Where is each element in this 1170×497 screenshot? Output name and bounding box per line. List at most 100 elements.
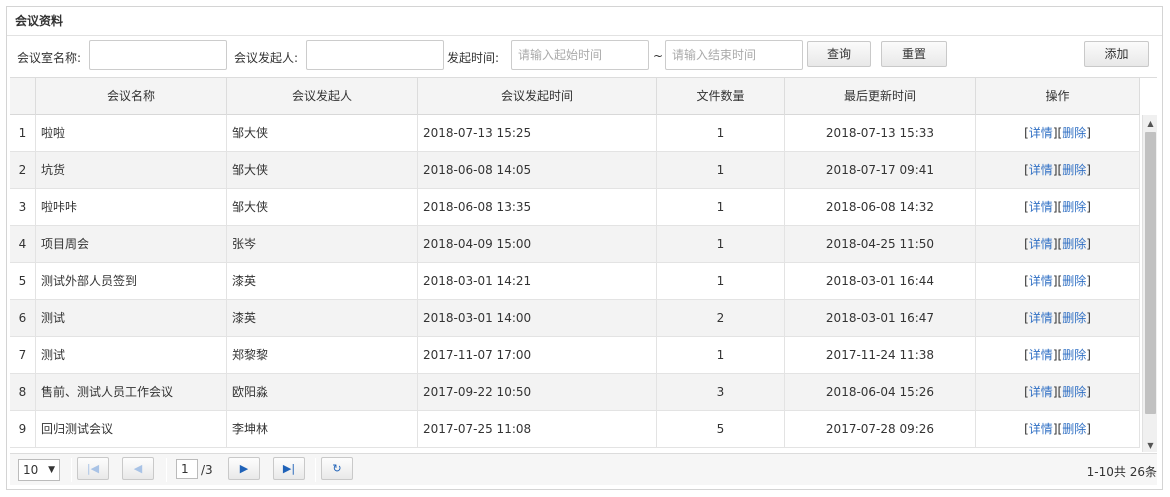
row-number: 6 [10,300,36,337]
start-time-input[interactable] [511,40,649,70]
column-header-updated-time[interactable]: 最后更新时间 [785,78,976,115]
column-header-initiator[interactable]: 会议发起人 [227,78,418,115]
search-toolbar: 会议室名称: 会议发起人: 发起时间: ~ 查询 重置 添加 [7,36,1162,76]
delete-link[interactable]: 删除 [1062,348,1086,362]
chevron-down-icon: ▼ [48,465,55,475]
query-button[interactable]: 查询 [807,41,871,67]
detail-link[interactable]: 详情 [1029,348,1053,362]
bracket: ] [1086,274,1091,288]
bracket: ] [1086,126,1091,140]
table-row[interactable]: 6 测试 漆英 2018-03-01 14:00 2 2018-03-01 16:47 [详… [10,300,1140,337]
refresh-icon: ↻ [332,462,342,475]
bracket: ] [1086,237,1091,251]
cell-initiator: 郑黎黎 [227,337,418,374]
column-header-name[interactable]: 会议名称 [36,78,227,115]
detail-link[interactable]: 详情 [1029,385,1053,399]
cell-file-count: 1 [657,152,785,189]
cell-start-time: 2017-07-25 11:08 [418,411,657,448]
current-page-input[interactable]: 1 [176,459,198,479]
cell-file-count: 2 [657,300,785,337]
column-header-start-time[interactable]: 会议发起时间 [418,78,657,115]
first-page-button[interactable]: |◀ [77,457,109,480]
bracket: ] [1086,200,1091,214]
table-row[interactable]: 7 测试 郑黎黎 2017-11-07 17:00 1 2017-11-24 11:38[… [10,337,1140,374]
detail-link[interactable]: 详情 [1029,274,1053,288]
cell-initiator: 邹大侠 [227,152,418,189]
cell-start-time: 2018-04-09 15:00 [418,226,657,263]
detail-link[interactable]: 详情 [1029,126,1053,140]
delete-link[interactable]: 删除 [1062,237,1086,251]
bracket: ][ [1052,385,1063,399]
bracket: ] [1086,348,1091,362]
delete-link[interactable]: 删除 [1062,126,1086,140]
vertical-scrollbar[interactable]: ▲ ▼ [1142,115,1157,452]
cell-updated-time: 2018-07-17 09:41 [785,152,976,189]
first-page-icon: |◀ [86,462,100,475]
cell-actions: [详情][删除] [976,189,1140,226]
table-row[interactable]: 2 坑货 邹大侠 2018-06-08 14:05 1 2018-07-17 09:41[… [10,152,1140,189]
room-name-input[interactable] [89,40,227,70]
delete-link[interactable]: 删除 [1062,311,1086,325]
table-row[interactable]: 8 售前、测试人员工作会议 欧阳淼 2017-09-22 10:50 3 2018-06-… [10,374,1140,411]
cell-updated-time: 2018-04-25 11:50 [785,226,976,263]
end-time-input[interactable] [665,40,803,70]
cell-file-count: 1 [657,337,785,374]
table-row[interactable]: 4 项目周会 张岑 2018-04-09 15:00 1 2018-04-25 11:50… [10,226,1140,263]
last-page-button[interactable]: ▶| [273,457,305,480]
initiator-input[interactable] [306,40,444,70]
cell-meeting-name: 啦啦 [36,115,227,152]
start-time-label: 发起时间: [447,51,500,65]
detail-link[interactable]: 详情 [1029,422,1053,436]
detail-link[interactable]: 详情 [1029,163,1053,177]
detail-link[interactable]: 详情 [1029,311,1053,325]
page-size-select[interactable]: 10 ▼ [18,459,60,481]
cell-file-count: 1 [657,115,785,152]
reset-button[interactable]: 重置 [881,41,947,67]
delete-link[interactable]: 删除 [1062,385,1086,399]
cell-meeting-name: 测试外部人员签到 [36,263,227,300]
cell-updated-time: 2018-06-08 14:32 [785,189,976,226]
cell-initiator: 漆英 [227,300,418,337]
table-body: 1 啦啦 邹大侠 2018-07-13 15:25 1 2018-07-13 15:33[… [10,115,1140,452]
cell-actions: [详情][删除] [976,337,1140,374]
column-header-file-count[interactable]: 文件数量 [657,78,785,115]
cell-start-time: 2018-03-01 14:00 [418,300,657,337]
cell-start-time: 2018-06-08 14:05 [418,152,657,189]
delete-link[interactable]: 删除 [1062,274,1086,288]
scroll-up-icon[interactable]: ▲ [1143,117,1157,131]
range-separator: ~ [653,49,664,63]
cell-start-time: 2018-07-13 15:25 [418,115,657,152]
cell-meeting-name: 测试 [36,300,227,337]
delete-link[interactable]: 删除 [1062,200,1086,214]
cell-meeting-name: 售前、测试人员工作会议 [36,374,227,411]
refresh-button[interactable]: ↻ [321,457,353,480]
row-number: 1 [10,115,36,152]
detail-link[interactable]: 详情 [1029,237,1053,251]
cell-initiator: 邹大侠 [227,189,418,226]
table-row[interactable]: 3 啦咔咔 邹大侠 2018-06-08 13:35 1 2018-06-08 14:32… [10,189,1140,226]
detail-link[interactable]: 详情 [1029,200,1053,214]
prev-page-button[interactable]: ◀ [122,457,154,480]
pagination-bar: 10 ▼ |◀ ◀ 1 /3 ▶ ▶| ↻ 1-10共 26条 [10,453,1157,485]
delete-link[interactable]: 删除 [1062,163,1086,177]
bracket: ] [1086,422,1091,436]
next-page-icon: ▶ [239,462,249,475]
bracket: ][ [1052,237,1063,251]
cell-initiator: 邹大侠 [227,115,418,152]
scrollbar-thumb[interactable] [1145,132,1156,414]
scroll-down-icon[interactable]: ▼ [1143,439,1157,452]
delete-link[interactable]: 删除 [1062,422,1086,436]
add-button[interactable]: 添加 [1084,41,1149,67]
cell-actions: [详情][删除] [976,115,1140,152]
cell-updated-time: 2018-03-01 16:44 [785,263,976,300]
last-page-icon: ▶| [282,462,296,475]
table-row[interactable]: 1 啦啦 邹大侠 2018-07-13 15:25 1 2018-07-13 15:33[… [10,115,1140,152]
cell-file-count: 3 [657,374,785,411]
cell-file-count: 1 [657,263,785,300]
bracket: ][ [1052,311,1063,325]
row-number: 8 [10,374,36,411]
table-row[interactable]: 9 回归测试会议 李坤林 2017-07-25 11:08 5 2017-07-28 09… [10,411,1140,448]
table-row[interactable]: 5 测试外部人员签到 漆英 2018-03-01 14:21 1 2018-03-01 1… [10,263,1140,300]
row-number: 4 [10,226,36,263]
next-page-button[interactable]: ▶ [228,457,260,480]
